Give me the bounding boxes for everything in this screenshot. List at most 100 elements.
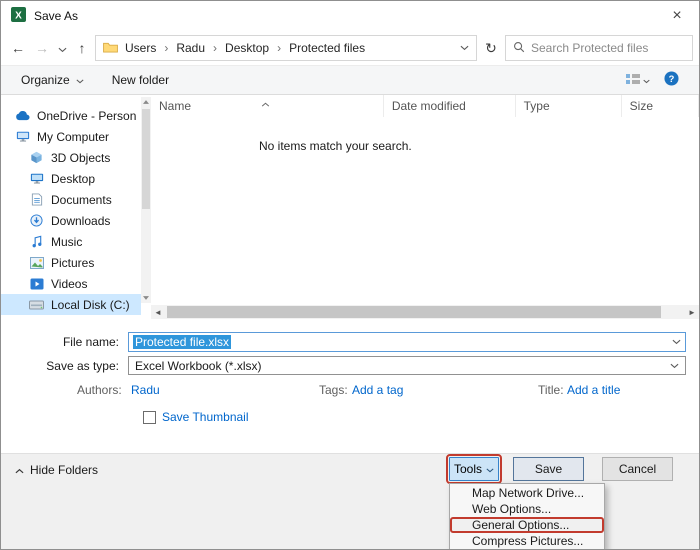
sidebar-item-onedrive-person[interactable]: OneDrive - Person: [1, 105, 141, 126]
computer-icon: [15, 130, 30, 143]
music-icon: [29, 235, 44, 248]
authors-value-link[interactable]: Radu: [131, 383, 160, 397]
picture-icon: [29, 257, 44, 269]
sidebar-item-downloads[interactable]: Downloads: [1, 210, 141, 231]
breadcrumb-separator-icon: ›: [277, 41, 281, 55]
excel-icon: X: [11, 7, 26, 25]
breadcrumb-item-desktop[interactable]: Desktop: [225, 41, 269, 55]
file-list: NameDate modifiedTypeSize No items match…: [151, 95, 699, 319]
chevron-up-icon: [15, 463, 24, 477]
sidebar-item-desktop[interactable]: Desktop: [1, 168, 141, 189]
back-button[interactable]: ←: [7, 36, 29, 60]
forward-button[interactable]: →: [31, 36, 53, 60]
hide-folders-label: Hide Folders: [30, 463, 98, 477]
search-input[interactable]: [531, 41, 685, 55]
sidebar-item-label: My Computer: [37, 130, 109, 144]
scrollbar-track[interactable]: [165, 305, 685, 319]
scroll-left-icon[interactable]: ◄: [151, 308, 165, 317]
window-title: Save As: [34, 9, 78, 23]
recent-locations-chevron-icon[interactable]: [55, 43, 69, 53]
add-tag-link[interactable]: Add a tag: [352, 383, 403, 397]
chevron-down-icon: [76, 73, 84, 87]
scrollbar-thumb[interactable]: [142, 109, 150, 209]
sidebar-scrollbar[interactable]: [141, 97, 151, 303]
sidebar-item-music[interactable]: Music: [1, 231, 141, 252]
tools-button[interactable]: Tools: [449, 457, 499, 481]
tags-label: Tags:: [319, 383, 348, 397]
menu-item-general-options[interactable]: General Options...: [450, 517, 604, 533]
command-bar: Organize New folder ?: [1, 65, 699, 95]
horizontal-scrollbar[interactable]: ◄ ►: [151, 305, 699, 319]
up-button[interactable]: ↑: [71, 36, 93, 60]
sort-ascending-icon[interactable]: [261, 96, 270, 110]
tools-menu: Map Network Drive...Web Options...Genera…: [449, 483, 605, 550]
refresh-icon[interactable]: ↻: [479, 36, 503, 60]
breadcrumb-item-users[interactable]: Users: [125, 41, 156, 55]
file-name-label: File name:: [1, 335, 119, 349]
column-header-date-modified[interactable]: Date modified: [384, 95, 516, 117]
menu-item-web-options[interactable]: Web Options...: [450, 501, 604, 517]
address-dropdown-chevron-icon[interactable]: [460, 45, 469, 51]
breadcrumb-item-protected-files[interactable]: Protected files: [289, 41, 365, 55]
cancel-button[interactable]: Cancel: [602, 457, 673, 481]
desktop-icon: [29, 172, 44, 185]
save-thumbnail-checkbox[interactable]: [143, 411, 156, 424]
view-options-button[interactable]: [626, 73, 650, 88]
menu-item-map-network-drive[interactable]: Map Network Drive...: [450, 485, 604, 501]
column-header-type[interactable]: Type: [516, 95, 622, 117]
hide-folders-button[interactable]: Hide Folders: [15, 463, 98, 477]
search-box: [505, 35, 693, 61]
sidebar-item-local-disk-c[interactable]: Local Disk (C:): [1, 294, 141, 315]
sidebar-item-label: OneDrive - Person: [37, 109, 136, 123]
file-name-input[interactable]: Protected file.xlsx: [128, 332, 686, 352]
sidebar-item-label: Downloads: [51, 214, 110, 228]
address-bar[interactable]: Users›Radu›Desktop›Protected files: [95, 35, 477, 61]
svg-text:?: ?: [669, 74, 675, 84]
sidebar-item-pictures[interactable]: Pictures: [1, 252, 141, 273]
sidebar-item-3d-objects[interactable]: 3D Objects: [1, 147, 141, 168]
folder-icon: [103, 41, 118, 56]
organize-label: Organize: [21, 73, 70, 87]
save-as-type-label: Save as type:: [1, 359, 119, 373]
sidebar-item-label: Videos: [51, 277, 87, 291]
help-icon[interactable]: ?: [664, 71, 679, 89]
file-name-dropdown-chevron-icon[interactable]: [672, 339, 681, 345]
search-icon: [513, 41, 525, 56]
sidebar-item-documents[interactable]: Documents: [1, 189, 141, 210]
column-headers: NameDate modifiedTypeSize: [151, 95, 699, 117]
tools-label: Tools: [454, 462, 482, 476]
navigation-bar: ← → ↑ Users›Radu›Desktop›Protected files…: [1, 31, 699, 65]
save-button[interactable]: Save: [513, 457, 584, 481]
download-icon: [29, 214, 44, 227]
menu-item-compress-pictures[interactable]: Compress Pictures...: [450, 533, 604, 549]
new-folder-button[interactable]: New folder: [112, 73, 169, 87]
sidebar-item-videos[interactable]: Videos: [1, 273, 141, 294]
file-name-value: Protected file.xlsx: [133, 335, 231, 349]
disk-icon: [29, 299, 44, 311]
breadcrumb-separator-icon: ›: [164, 41, 168, 55]
svg-text:X: X: [15, 11, 22, 22]
save-as-type-value: Excel Workbook (*.xlsx): [135, 359, 261, 373]
sidebar-item-label: 3D Objects: [51, 151, 110, 165]
main-area: OneDrive - Person My Computer 3D Objects De…: [1, 95, 699, 319]
close-icon[interactable]: ×: [665, 4, 689, 28]
chevron-down-icon: [643, 73, 650, 87]
add-title-link[interactable]: Add a title: [567, 383, 620, 397]
sidebar-item-label: Documents: [51, 193, 112, 207]
sidebar-item-label: Pictures: [51, 256, 94, 270]
column-header-size[interactable]: Size: [622, 95, 699, 117]
sidebar-item-my-computer[interactable]: My Computer: [1, 126, 141, 147]
scroll-right-icon[interactable]: ►: [685, 308, 699, 317]
fields-area: File name: Protected file.xlsx Save as t…: [1, 319, 699, 453]
cloud-icon: [15, 110, 30, 121]
scroll-up-icon[interactable]: [141, 97, 151, 107]
organize-button[interactable]: Organize: [21, 73, 84, 87]
scrollbar-thumb[interactable]: [167, 306, 661, 318]
scroll-down-icon[interactable]: [141, 293, 151, 303]
breadcrumb-item-radu[interactable]: Radu: [176, 41, 205, 55]
sidebar-item-label: Desktop: [51, 172, 95, 186]
save-as-type-select[interactable]: Excel Workbook (*.xlsx): [128, 356, 686, 375]
chevron-down-icon: [486, 462, 494, 476]
save-as-type-chevron-icon: [670, 363, 679, 369]
cube-icon: [29, 151, 44, 164]
